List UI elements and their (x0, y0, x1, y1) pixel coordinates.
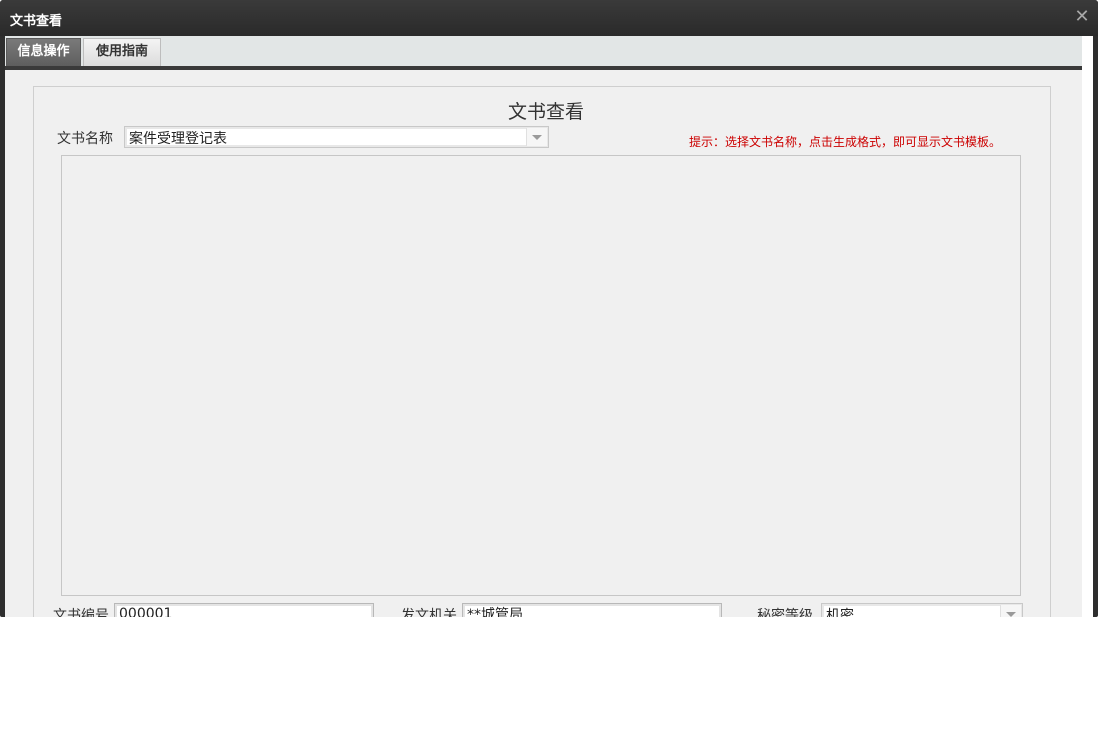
dialog-body: 信息操作 使用指南 文书查看 文书名称 案件受理登记表 提示：选择文书名称，点击… (5, 36, 1093, 617)
tab-user-guide[interactable]: 使用指南 (83, 38, 161, 66)
secrecy-value: 机密 (826, 608, 854, 617)
chevron-down-icon[interactable] (1000, 605, 1021, 617)
document-preview-area (61, 155, 1021, 596)
document-panel: 文书查看 文书名称 案件受理登记表 提示：选择文书名称，点击生成格式，即可显示文… (33, 86, 1051, 617)
tab-bar: 信息操作 使用指南 (5, 36, 1082, 70)
issuer-label: 发文机关 (401, 608, 457, 617)
tab-info-operation[interactable]: 信息操作 (6, 38, 81, 66)
doc-name-value: 案件受理登记表 (129, 131, 227, 147)
close-icon[interactable]: ✕ (1074, 8, 1090, 26)
doc-number-field[interactable] (114, 603, 374, 617)
panel-heading: 文书查看 (507, 101, 584, 123)
doc-number-label: 文书编号 (53, 608, 109, 617)
dialog-titlebar[interactable]: 文书查看 ✕ (0, 0, 1098, 36)
doc-name-label: 文书名称 (57, 131, 113, 147)
scroll-gutter (1082, 36, 1093, 617)
document-view-dialog: 文书查看 ✕ 信息操作 使用指南 文书查看 文书名称 案件受理登记表 提示：选择… (0, 0, 1098, 617)
issuer-field[interactable] (462, 603, 722, 617)
hint-text: 提示：选择文书名称，点击生成格式，即可显示文书模板。 (689, 135, 1002, 149)
chevron-down-icon[interactable] (526, 128, 547, 146)
dialog-title: 文书查看 (10, 14, 63, 29)
doc-name-select[interactable]: 案件受理登记表 (124, 126, 549, 148)
secrecy-label: 秘密等级 (757, 608, 813, 617)
secrecy-select[interactable]: 机密 (821, 603, 1023, 617)
